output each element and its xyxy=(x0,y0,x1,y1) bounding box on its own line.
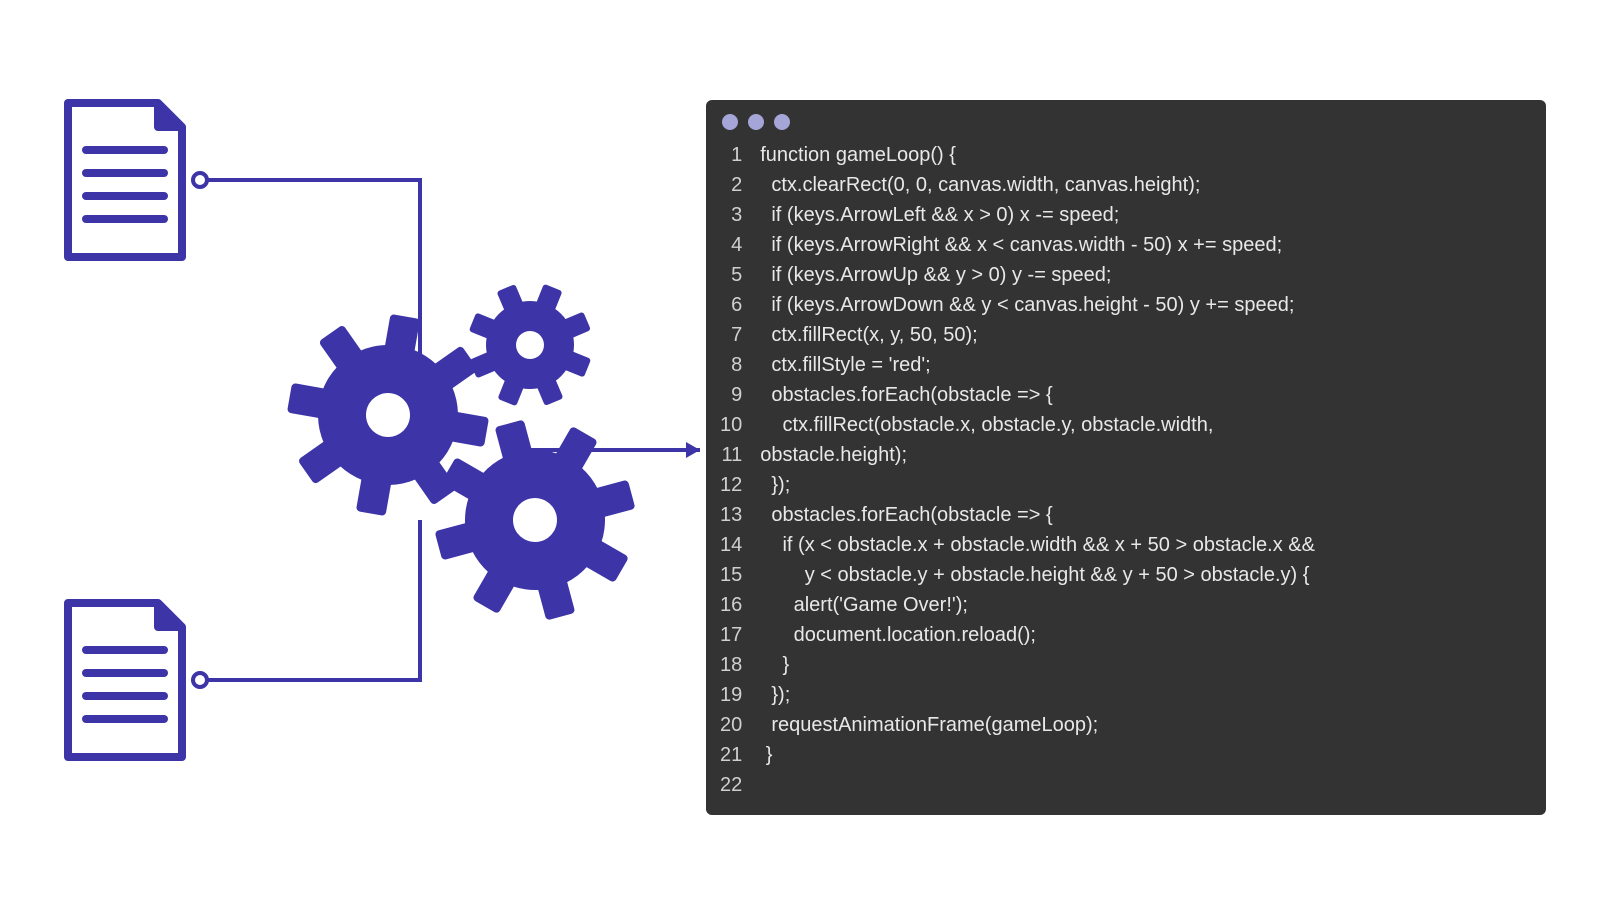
window-dot-icon xyxy=(722,114,738,130)
window-dot-icon xyxy=(748,114,764,130)
process-diagram: 12345678910111213141516171819202122 func… xyxy=(0,0,1600,900)
window-dot-icon xyxy=(774,114,790,130)
document-icon xyxy=(60,95,190,265)
code-window: 12345678910111213141516171819202122 func… xyxy=(706,100,1546,815)
document-icon xyxy=(60,595,190,765)
gears-icon xyxy=(280,260,680,660)
code-area: 12345678910111213141516171819202122 func… xyxy=(706,140,1546,815)
window-controls xyxy=(706,100,1546,140)
line-numbers: 12345678910111213141516171819202122 xyxy=(720,140,760,800)
code-content: function gameLoop() { ctx.clearRect(0, 0… xyxy=(760,140,1532,800)
